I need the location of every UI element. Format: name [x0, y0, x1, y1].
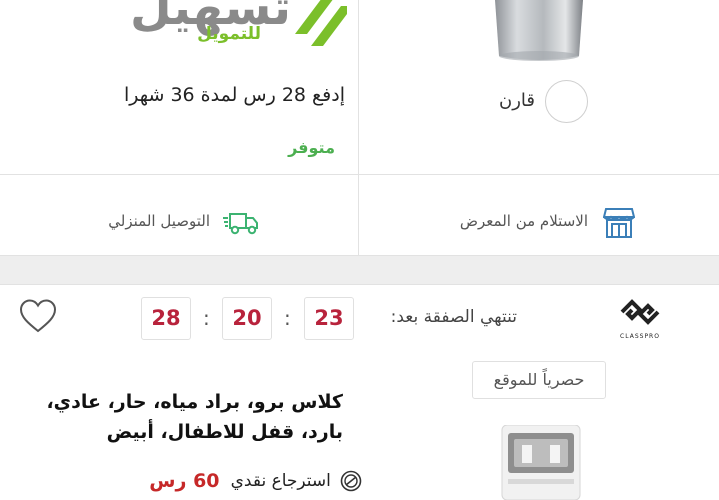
- timer-separator: :: [284, 306, 291, 330]
- cashback-icon: [340, 470, 362, 492]
- store-pickup-label[interactable]: الاستلام من المعرض: [420, 212, 588, 230]
- cashback-row: استرجاع نقدي 60 رس: [140, 470, 362, 492]
- availability-status: متوفر: [288, 138, 335, 157]
- product-image[interactable]: [500, 425, 582, 500]
- divider: [358, 175, 359, 256]
- product-title[interactable]: كلاس برو، براد مياه، حار، عادي، بارد، قف…: [40, 387, 343, 447]
- compare-label: قارن: [499, 90, 535, 111]
- timer-separator: :: [203, 306, 210, 330]
- svg-text:CLASSPRO: CLASSPRO: [620, 333, 660, 340]
- exclusive-badge: حصرياً للموقع: [472, 361, 606, 399]
- product-image[interactable]: [491, 0, 587, 62]
- cashback-label: استرجاع نقدي: [230, 471, 331, 491]
- timer-seconds: 28: [141, 297, 191, 340]
- heart-icon[interactable]: [19, 298, 57, 336]
- divider: [0, 174, 719, 175]
- financing-logo-tagline: للتمويل: [197, 24, 261, 44]
- cashback-amount: 60 رس: [149, 470, 220, 492]
- timer-hours: 23: [304, 297, 354, 340]
- financing-logo-mark: [295, 0, 347, 46]
- store-icon: [603, 208, 635, 238]
- timer-minutes: 20: [222, 297, 272, 340]
- truck-icon: [223, 213, 258, 235]
- home-delivery-label[interactable]: التوصيل المنزلي: [70, 212, 210, 230]
- divider: [358, 0, 359, 174]
- installment-text: إدفع 28 رس لمدة 36 شهرا: [123, 84, 345, 106]
- brand-logo[interactable]: CLASSPRO: [610, 296, 670, 340]
- deal-ends-label: تنتهي الصفقة بعد:: [390, 307, 517, 327]
- financing-logo: تسهيل للتمويل: [122, 0, 347, 52]
- compare-checkbox[interactable]: [545, 80, 588, 123]
